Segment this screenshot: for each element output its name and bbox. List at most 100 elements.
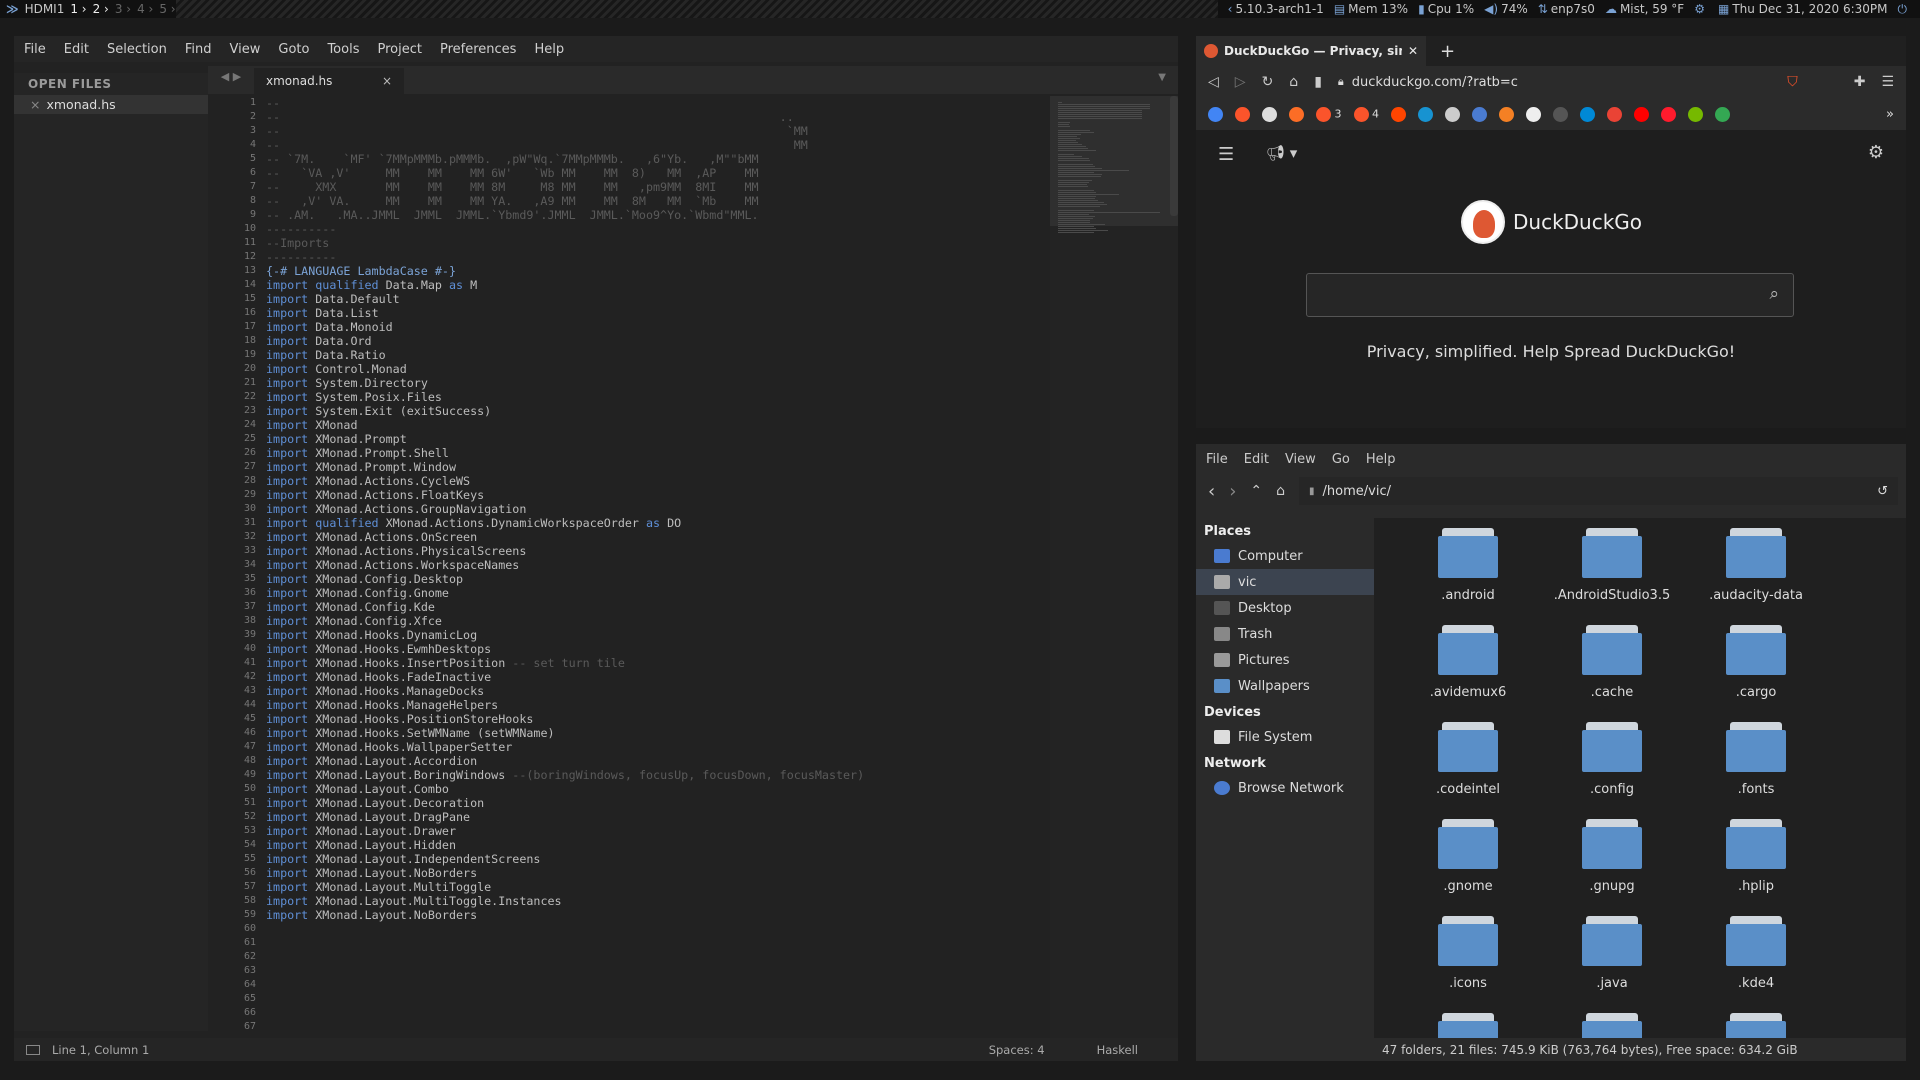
code-line[interactable]: -- — [266, 96, 1050, 110]
fm-menu-file[interactable]: File — [1206, 452, 1228, 467]
folder-item[interactable]: .gnome — [1398, 817, 1538, 914]
code-line[interactable]: ---------- — [266, 222, 1050, 236]
azure-bookmark-icon[interactable] — [1580, 106, 1595, 122]
code-line[interactable]: import XMonad.Hooks.FadeInactive — [266, 670, 1050, 684]
youtube-bookmark-icon[interactable] — [1634, 106, 1649, 122]
vertical-scrollbar[interactable] — [1170, 96, 1178, 216]
brave-bookmark-icon[interactable] — [1235, 106, 1250, 122]
close-icon[interactable]: ✕ — [1408, 44, 1418, 58]
bookmark-icon[interactable]: ▮ — [1314, 74, 1322, 90]
settings-stat[interactable]: ⚙ — [1694, 2, 1708, 16]
folder-item[interactable]: .gnupg — [1542, 817, 1682, 914]
place-computer[interactable]: Computer — [1196, 543, 1374, 569]
code-line[interactable]: import XMonad.Hooks.WallpaperSetter — [266, 740, 1050, 754]
code-line[interactable]: import XMonad.Layout.BoringWindows --(bo… — [266, 768, 1050, 782]
nvidia-bookmark-icon[interactable] — [1688, 106, 1703, 122]
code-line[interactable]: -- ,V' VA. MM MM MM YA. ,A9 MM MM 8M MM … — [266, 194, 1050, 208]
workspace-3[interactable]: 3 › — [115, 2, 131, 16]
code-line[interactable]: import System.Posix.Files — [266, 390, 1050, 404]
github-bookmark-icon[interactable] — [1262, 106, 1277, 122]
menu-file[interactable]: File — [24, 42, 46, 57]
code-line[interactable]: -- MM — [266, 138, 1050, 152]
reload-icon[interactable]: ↻ — [1262, 74, 1274, 90]
folder-item[interactable] — [1542, 1011, 1682, 1038]
code-line[interactable]: import XMonad.Actions.GroupNavigation — [266, 502, 1050, 516]
code-line[interactable]: import Data.Monoid — [266, 320, 1050, 334]
code-line[interactable]: import XMonad.Hooks.DynamicLog — [266, 628, 1050, 642]
google2-bookmark-icon[interactable] — [1715, 106, 1730, 122]
folder-item[interactable]: .codeintel — [1398, 720, 1538, 817]
code-line[interactable]: -- XMX MM MM MM 8M M8 MM MM ,pm9MM 8MI M… — [266, 180, 1050, 194]
code-line[interactable]: import XMonad.Config.Xfce — [266, 614, 1050, 628]
settings-gear-icon[interactable]: ⚙ — [1868, 142, 1884, 163]
panel-toggle-icon[interactable] — [26, 1044, 40, 1055]
code-line[interactable]: import XMonad.Hooks.ManageDocks — [266, 684, 1050, 698]
workspace-4[interactable]: 4 › — [137, 2, 153, 16]
hamburger-icon[interactable]: ☰ — [1218, 144, 1234, 165]
menu-goto[interactable]: Goto — [278, 42, 309, 57]
place-desktop[interactable]: Desktop — [1196, 595, 1374, 621]
place-vic[interactable]: vic — [1196, 569, 1374, 595]
bookmark-badge-2[interactable]: 4 — [1353, 106, 1379, 122]
code-line[interactable]: import XMonad.Layout.Hidden — [266, 838, 1050, 852]
fm-menu-go[interactable]: Go — [1332, 452, 1350, 467]
megaphone-icon[interactable]: 📢︎ ▾ — [1266, 144, 1297, 162]
code-line[interactable]: import XMonad.Prompt.Shell — [266, 446, 1050, 460]
folder-item[interactable]: .cache — [1542, 623, 1682, 720]
gitlab-bookmark-icon[interactable] — [1289, 106, 1304, 122]
fm-menu-view[interactable]: View — [1285, 452, 1316, 467]
folder-item[interactable]: .fonts — [1686, 720, 1826, 817]
forward-icon[interactable]: › — [1229, 481, 1236, 502]
code-line[interactable]: import XMonad.Layout.Accordion — [266, 754, 1050, 768]
workspace-2[interactable]: 2 › — [93, 2, 109, 16]
code-line[interactable]: import System.Exit (exitSuccess) — [266, 404, 1050, 418]
power-stat[interactable]: ⏻ — [1898, 2, 1911, 17]
code-line[interactable]: import XMonad.Config.Gnome — [266, 586, 1050, 600]
indent-setting[interactable]: Spaces: 4 — [989, 1043, 1045, 1057]
reload-icon[interactable]: ↺ — [1877, 484, 1888, 499]
home-icon[interactable]: ⌂ — [1276, 483, 1285, 499]
workspace-1[interactable]: 1 › — [70, 2, 86, 16]
menu-view[interactable]: View — [230, 42, 261, 57]
google-bookmark-icon[interactable] — [1208, 106, 1223, 122]
code-line[interactable]: import XMonad.Layout.MultiToggle — [266, 880, 1050, 894]
folder-item[interactable]: .java — [1542, 914, 1682, 1011]
place-wallpapers[interactable]: Wallpapers — [1196, 673, 1374, 699]
place-trash[interactable]: Trash — [1196, 621, 1374, 647]
code-line[interactable]: import XMonad.Config.Kde — [266, 600, 1050, 614]
back-icon[interactable]: ‹ — [1208, 481, 1215, 502]
code-line[interactable]: -- .. — [266, 110, 1050, 124]
code-line[interactable]: import XMonad.Hooks.EwmhDesktops — [266, 642, 1050, 656]
folder-item[interactable]: .config — [1542, 720, 1682, 817]
bookmark-badge-1[interactable]: 3 — [1316, 106, 1342, 122]
code-line[interactable]: import XMonad.Hooks.PositionStoreHooks — [266, 712, 1050, 726]
power-icon[interactable]: ⏻ — [1898, 2, 1908, 16]
code-line[interactable]: import qualified Data.Map as M — [266, 278, 1050, 292]
fm-menu-edit[interactable]: Edit — [1244, 452, 1269, 467]
search-icon[interactable]: ⌕ — [1769, 284, 1779, 304]
gear-icon[interactable]: ⚙ — [1694, 2, 1705, 16]
menu-project[interactable]: Project — [377, 42, 421, 57]
folder-item[interactable] — [1398, 1011, 1538, 1038]
back-icon[interactable]: ◁ — [1208, 74, 1219, 90]
code-line[interactable]: import Control.Monad — [266, 362, 1050, 376]
opera-bookmark-icon[interactable] — [1661, 106, 1676, 122]
code-line[interactable]: import qualified XMonad.Actions.DynamicW… — [266, 516, 1050, 530]
code-line[interactable]: import XMonad.Actions.CycleWS — [266, 474, 1050, 488]
code-line[interactable]: import Data.Default — [266, 292, 1050, 306]
chevron-down-icon[interactable]: ▼ — [1158, 66, 1166, 94]
reddit-bookmark-icon[interactable] — [1391, 106, 1406, 122]
forward-icon[interactable]: ▷ — [1235, 74, 1246, 90]
code-area[interactable]: -- -- .. -- `MM -- MM -- `7M. `MF' `7MMp… — [266, 96, 1050, 1054]
drive-bookmark-icon[interactable] — [1472, 106, 1487, 122]
code-line[interactable]: import XMonad.Actions.FloatKeys — [266, 488, 1050, 502]
brave-shield-icon[interactable]: ⛉ — [1787, 74, 1798, 90]
menu-edit[interactable]: Edit — [64, 42, 89, 57]
code-line[interactable]: import XMonad.Layout.NoBorders — [266, 908, 1050, 922]
code-line[interactable]: ---------- — [266, 250, 1050, 264]
syntax-setting[interactable]: Haskell — [1097, 1043, 1138, 1057]
address-bar[interactable]: 🔒︎ duckduckgo.com/?ratb=c — [1338, 75, 1771, 90]
code-line[interactable]: import XMonad.Config.Desktop — [266, 572, 1050, 586]
code-line[interactable]: import XMonad.Actions.PhysicalScreens — [266, 544, 1050, 558]
dots-bookmark-icon[interactable] — [1553, 106, 1568, 122]
